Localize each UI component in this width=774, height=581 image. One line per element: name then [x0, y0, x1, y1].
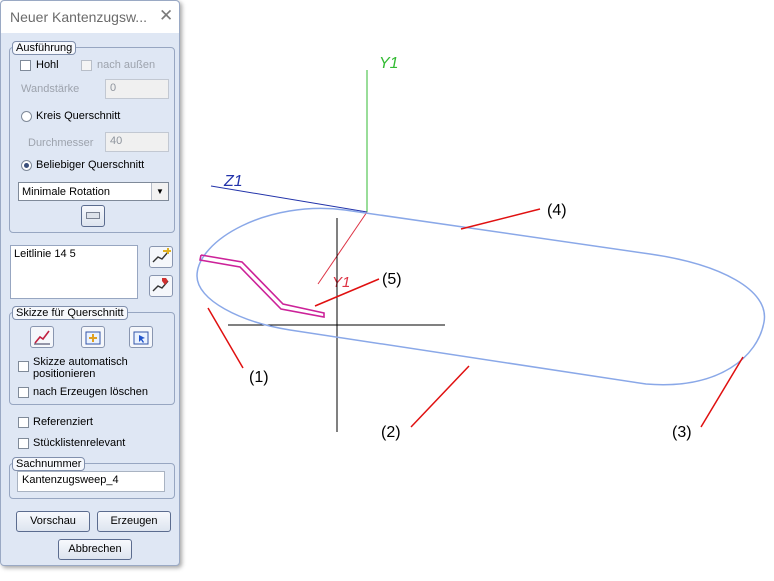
callout-label-2: (2) [381, 424, 401, 441]
cross-section-profile [199, 254, 325, 318]
callout-label-4: (4) [547, 202, 567, 219]
callout-label-1: (1) [249, 369, 269, 386]
callout-leader-2 [410, 365, 470, 428]
callout-leader-4 [460, 208, 541, 230]
callout-leader-1 [207, 307, 244, 369]
axis-y1-small-label: Y1 [332, 274, 350, 291]
axis-y1-label: Y1 [379, 55, 399, 72]
axis-z1-label: Z1 [223, 173, 243, 190]
viewport-3d: Y1 Z1 Y1 (1) (2) (3) (4) (5) [196, 55, 766, 441]
callout-leader-3 [700, 356, 744, 428]
guide-path [196, 207, 766, 386]
callout-label-3: (3) [672, 424, 692, 441]
callout-label-5: (5) [382, 271, 402, 288]
